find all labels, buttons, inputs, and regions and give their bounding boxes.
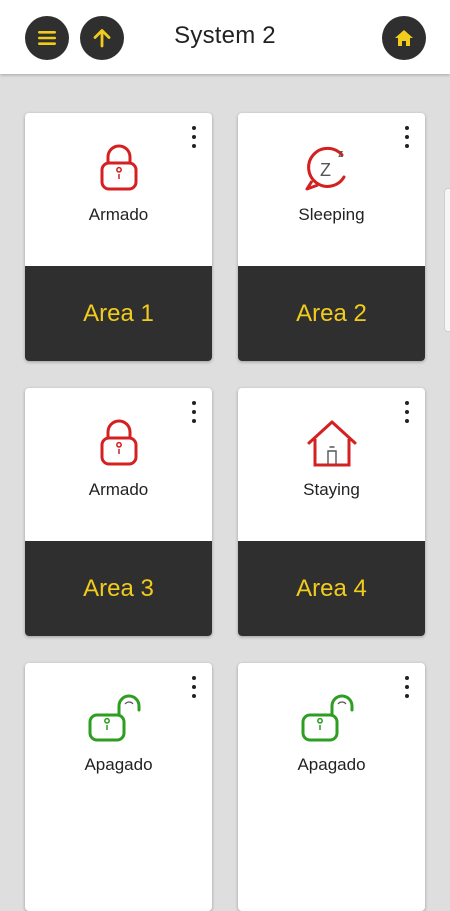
area-status: Apagado (297, 755, 366, 774)
home-icon (395, 30, 413, 46)
area-name: Area 1 (83, 299, 154, 327)
area-card-status-panel[interactable]: Armado (25, 388, 212, 541)
locked-padlock-icon (100, 144, 137, 191)
unlocked-padlock-icon (88, 694, 140, 742)
area-card[interactable]: Apagado (25, 663, 212, 911)
svg-text:z: z (338, 148, 344, 160)
area-name-panel[interactable]: Area 1 (25, 266, 212, 361)
area-card[interactable]: Staying Area 4 (238, 388, 425, 636)
house-icon (307, 420, 356, 467)
area-grid: Armado Area 1 Z z Sleeping Area 2 Armado… (0, 74, 450, 911)
unlocked-padlock-icon (301, 694, 353, 742)
area-card[interactable]: Apagado (238, 663, 425, 911)
area-card-status-panel[interactable]: Staying (238, 388, 425, 541)
area-card-status-panel[interactable]: Z z Sleeping (238, 113, 425, 266)
locked-padlock-icon (100, 419, 137, 466)
area-card-status-panel[interactable]: Apagado (25, 663, 212, 816)
side-drawer-handle[interactable] (444, 188, 450, 332)
area-card-status-panel[interactable]: Apagado (238, 663, 425, 816)
area-card[interactable]: Z z Sleeping Area 2 (238, 113, 425, 361)
area-name-panel[interactable]: Area 2 (238, 266, 425, 361)
area-name: Area 3 (83, 574, 154, 602)
area-name-panel[interactable]: Area 3 (25, 541, 212, 636)
area-name: Area 4 (296, 574, 367, 602)
top-bar: System 2 (0, 0, 450, 74)
area-status: Armado (88, 205, 149, 224)
svg-text:Z: Z (320, 160, 331, 180)
area-status: Apagado (84, 755, 153, 774)
sleep-bubble-icon: Z z (305, 146, 345, 191)
area-status: Sleeping (298, 205, 365, 224)
area-card[interactable]: Armado Area 1 (25, 113, 212, 361)
home-button[interactable] (382, 16, 426, 60)
area-status: Staying (303, 480, 360, 499)
area-card[interactable]: Armado Area 3 (25, 388, 212, 636)
area-name-panel[interactable]: Area 4 (238, 541, 425, 636)
area-status: Armado (88, 480, 149, 499)
area-name: Area 2 (296, 299, 367, 327)
area-card-status-panel[interactable]: Armado (25, 113, 212, 266)
